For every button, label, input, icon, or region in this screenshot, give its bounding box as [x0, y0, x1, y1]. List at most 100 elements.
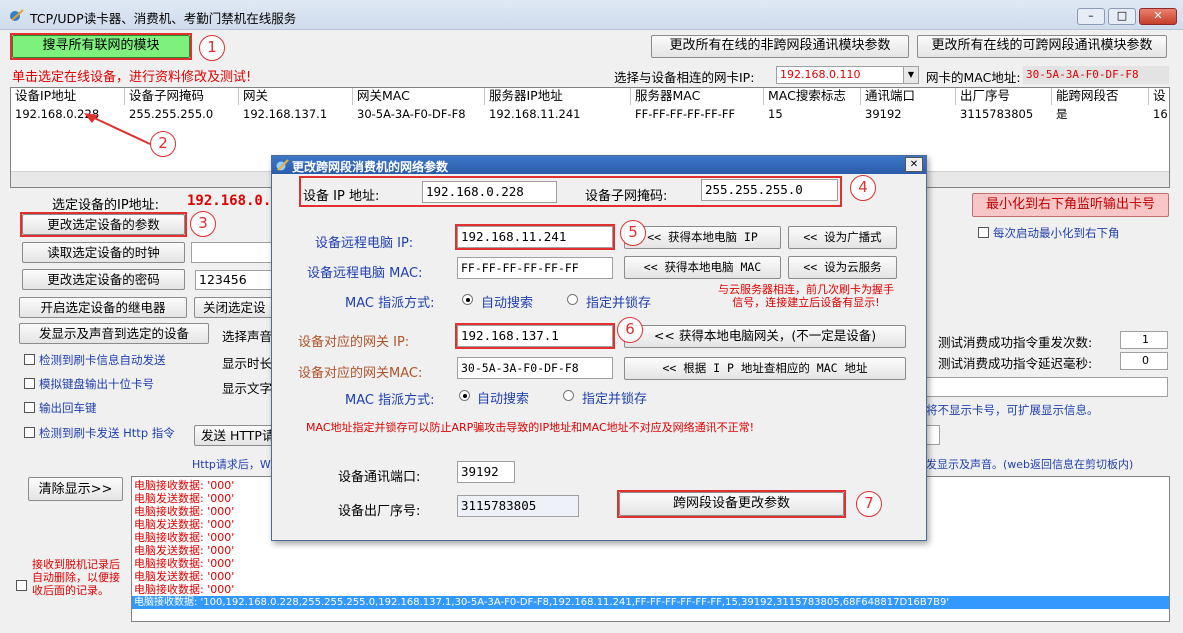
set-cloud-button[interactable]: << 设为云服务	[788, 256, 897, 279]
th-ip[interactable]: 设备IP地址	[11, 88, 125, 105]
change-subnet-button[interactable]: 更改所有在线的可跨网段通讯模块参数	[917, 35, 1167, 58]
gateway-mac-field[interactable]: 30-5A-3A-F0-DF-F8	[457, 357, 613, 379]
chevron-down-icon[interactable]: ▼	[903, 67, 918, 83]
log-line: 电脑发送数据: '000'	[134, 570, 235, 583]
auto-delete-checkbox[interactable]	[16, 580, 27, 591]
gateway-ip-field[interactable]: 192.168.137.1	[457, 325, 613, 347]
lock-specified-radio-2[interactable]	[563, 390, 574, 401]
minimize-button[interactable]: –	[1077, 8, 1105, 25]
cell-mac-flag: 15	[768, 107, 783, 121]
clock-field[interactable]	[191, 242, 273, 263]
http-url-field[interactable]	[926, 425, 940, 445]
send-display-button[interactable]: 发显示及声音到选定的设备	[19, 323, 209, 344]
nic-select[interactable]: 192.168.0.110 ▼	[776, 66, 919, 84]
enter-key-label: 输出回车键	[39, 401, 97, 415]
dialog-title: 更改跨网段消费机的网络参数	[292, 160, 449, 174]
dialog-close-button[interactable]: ✕	[905, 157, 923, 172]
selected-ip-label: 选定设备的IP地址:	[52, 198, 160, 213]
th-gateway-mac[interactable]: 网关MAC	[353, 88, 485, 105]
search-modules-button[interactable]: 搜寻所有联网的模块	[12, 35, 190, 58]
maximize-button[interactable]: □	[1108, 8, 1136, 25]
th-cross-subnet[interactable]: 能跨网段否	[1052, 88, 1149, 105]
read-clock-button[interactable]: 读取选定设备的时钟	[22, 242, 185, 263]
clear-display-button[interactable]: 清除显示>>	[28, 477, 123, 501]
log-line: 电脑接收数据: '000'	[134, 479, 235, 492]
mac-assign-label: MAC 指派方式:	[345, 296, 435, 311]
log-line: 电脑接收数据: '000'	[134, 531, 235, 544]
delay-label: 测试消费成功指令延迟毫秒:	[938, 356, 1093, 371]
keyboard-output-label: 模拟键盘输出十位卡号	[39, 377, 154, 391]
cell-gateway: 192.168.137.1	[243, 107, 328, 121]
ip-field[interactable]: 192.168.0.228	[422, 181, 557, 203]
remote-mac-label: 设备远程电脑 MAC:	[307, 266, 423, 281]
remote-ip-label: 设备远程电脑 IP:	[315, 236, 414, 251]
retry-label: 测试消费成功指令重发次数:	[938, 335, 1093, 350]
close-relay-button[interactable]: 关闭选定设	[194, 297, 274, 318]
delay-field[interactable]: 0	[1120, 352, 1168, 370]
log-line: 电脑发送数据: '000'	[134, 492, 235, 505]
annotation-5: 5	[620, 220, 646, 246]
no-card-note: 将不显示卡号，可扩展显示信息。	[926, 403, 1099, 417]
serial-field: 3115783805	[457, 495, 579, 517]
annotation-3: 3	[190, 211, 216, 237]
th-extra[interactable]: 设	[1149, 88, 1169, 105]
th-port[interactable]: 通讯端口	[861, 88, 956, 105]
change-nonsubnet-button[interactable]: 更改所有在线的非跨网段通讯模块参数	[651, 35, 909, 58]
auto-search-radio-2[interactable]	[459, 390, 470, 401]
minimize-listen-button[interactable]: 最小化到右下角监听输出卡号	[972, 193, 1169, 217]
cell-port: 39192	[865, 107, 902, 121]
get-local-mac-button[interactable]: << 获得本地电脑 MAC	[624, 256, 781, 279]
keyboard-output-checkbox[interactable]	[24, 378, 35, 389]
retry-field[interactable]: 1	[1120, 331, 1168, 349]
http-note-left: Http请求后，W	[192, 458, 271, 471]
lookup-mac-button[interactable]: << 根据 I P 地址查相应的 MAC 地址	[624, 357, 906, 380]
enter-key-checkbox[interactable]	[24, 402, 35, 413]
th-mac-flag[interactable]: MAC搜索标志	[764, 88, 861, 105]
log-line-selected[interactable]: 电脑接收数据: '100,192.168.0.228,255.255.255.0…	[132, 596, 1169, 609]
offline-note: 接收到脱机记录后自动删除，以便接收后面的记录。	[32, 558, 120, 597]
gateway-ip-label: 设备对应的网关 IP:	[298, 335, 410, 350]
http-send-checkbox[interactable]	[24, 427, 35, 438]
auto-send-checkbox[interactable]	[24, 354, 35, 365]
mask-field[interactable]: 255.255.255.0	[701, 179, 838, 201]
pointer-arrow-icon	[84, 113, 151, 145]
submit-change-button[interactable]: 跨网段设备更改参数	[619, 492, 844, 516]
th-server-mac[interactable]: 服务器MAC	[631, 88, 764, 105]
auto-minimize-checkbox[interactable]	[978, 227, 989, 238]
cell-server-ip: 192.168.11.241	[489, 107, 581, 121]
password-field[interactable]: 123456	[195, 270, 273, 290]
port-field[interactable]: 39192	[457, 461, 515, 483]
close-button[interactable]: ✕	[1139, 8, 1177, 25]
change-params-button[interactable]: 更改选定设备的参数	[22, 214, 185, 235]
open-relay-button[interactable]: 开启选定设备的继电器	[19, 297, 187, 318]
auto-search-radio[interactable]	[462, 294, 473, 305]
nic-label: 选择与设备相连的网卡IP:	[614, 70, 755, 85]
send-http-button[interactable]: 发送 HTTP请	[194, 425, 274, 446]
get-local-ip-button[interactable]: << 获得本地电脑 IP	[624, 226, 781, 249]
annotation-1: 1	[199, 35, 225, 61]
th-gateway[interactable]: 网关	[239, 88, 353, 105]
annotation-7: 7	[856, 491, 882, 517]
change-password-button[interactable]: 更改选定设备的密码	[22, 269, 185, 290]
remote-mac-field[interactable]: FF-FF-FF-FF-FF-FF	[457, 257, 613, 279]
th-server-ip[interactable]: 服务器IP地址	[485, 88, 631, 105]
lock-specified-label: 指定并锁存	[586, 296, 652, 311]
gateway-mac-label: 设备对应的网关MAC:	[298, 366, 423, 381]
selected-ip-value: 192.168.0.	[187, 193, 272, 209]
display-text-field[interactable]	[926, 377, 1168, 397]
serial-label: 设备出厂序号:	[338, 504, 421, 519]
choose-sound-label: 选择声音	[222, 329, 273, 344]
log-line: 电脑接收数据: '000'	[134, 557, 235, 570]
set-broadcast-button[interactable]: << 设为广播式	[788, 226, 897, 249]
cell-cross-subnet: 是	[1056, 107, 1068, 121]
th-serial[interactable]: 出厂序号	[956, 88, 1052, 105]
mac-value: 30-5A-3A-F0-DF-F8	[1023, 66, 1169, 84]
select-device-hint: 单击选定在线设备，进行资料修改及测试!	[12, 70, 252, 85]
cell-extra: 16	[1153, 107, 1168, 121]
remote-ip-field[interactable]: 192.168.11.241	[457, 226, 613, 248]
lock-specified-radio[interactable]	[567, 294, 578, 305]
log-line: 电脑发送数据: '000'	[134, 518, 235, 531]
http-note-right: 发显示及声音。(web返回信息在剪切板内)	[926, 458, 1134, 471]
th-mask[interactable]: 设备子网掩码	[125, 88, 239, 105]
get-local-gateway-button[interactable]: << 获得本地电脑网关，(不一定是设备)	[624, 325, 906, 348]
